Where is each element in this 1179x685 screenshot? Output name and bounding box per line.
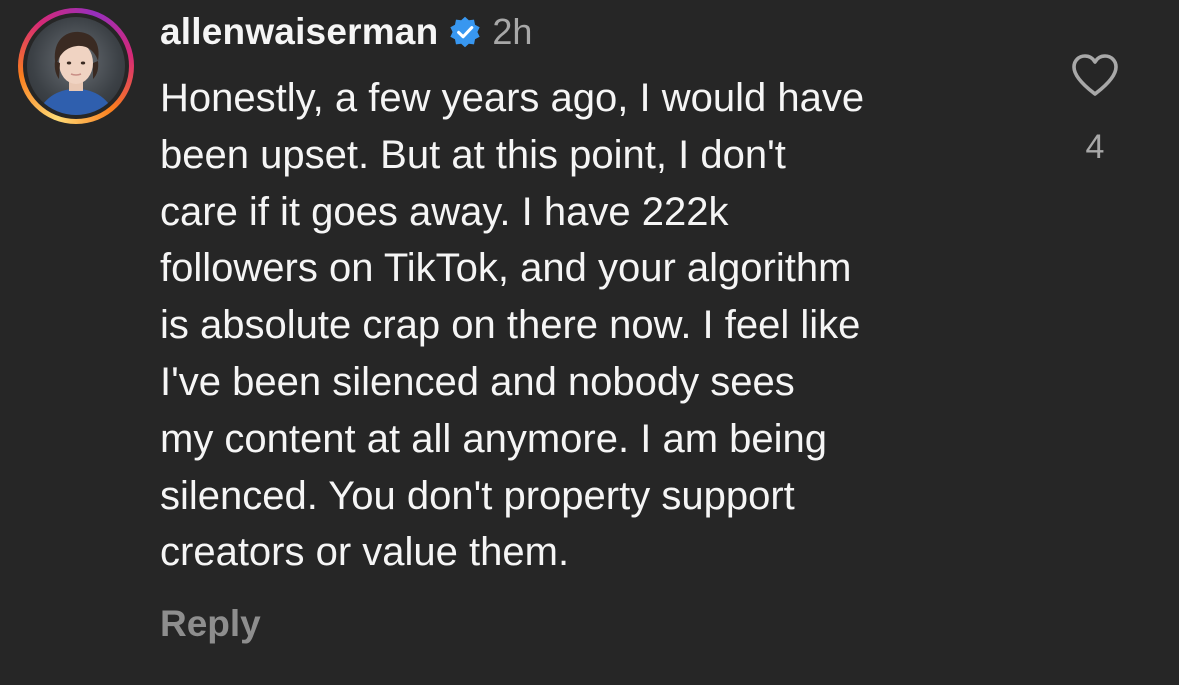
comment-timestamp: 2h [492,11,533,52]
heart-outline-icon[interactable] [1070,52,1120,98]
comment-text-line: my content at all anymore. I am being [160,416,827,461]
like-count[interactable]: 4 [1070,128,1120,167]
username-link[interactable]: allenwaiserman [160,11,438,53]
comment-text-line: been upset. But at this point, I don't [160,132,786,177]
reply-button[interactable]: Reply [160,603,261,645]
verified-badge-icon [448,15,482,49]
comment-header: allenwaiserman 2h [160,6,532,58]
avatar-story-ring[interactable] [18,8,134,124]
comment-text-line: care if it goes away. I have 222k [160,189,729,234]
comment-text-line: creators or value them. [160,530,570,575]
comment-text-line: Honestly, a few years ago, I would have [160,76,865,120]
comment-text-line: silenced. You don't property support [160,473,795,518]
comment-text-line: I've been silenced and nobody sees [160,359,795,404]
comment-text-line: followers on TikTok, and your algorithm [160,246,852,291]
avatar[interactable] [27,17,125,115]
comment-body: Honestly, a few years ago, I would have … [160,70,1040,581]
comment-text-line: is absolute crap on there now. I feel li… [160,303,861,348]
comment-item: allenwaiserman 2h Honestly, a few years … [0,0,1179,685]
avatar-portrait-icon [37,31,115,115]
